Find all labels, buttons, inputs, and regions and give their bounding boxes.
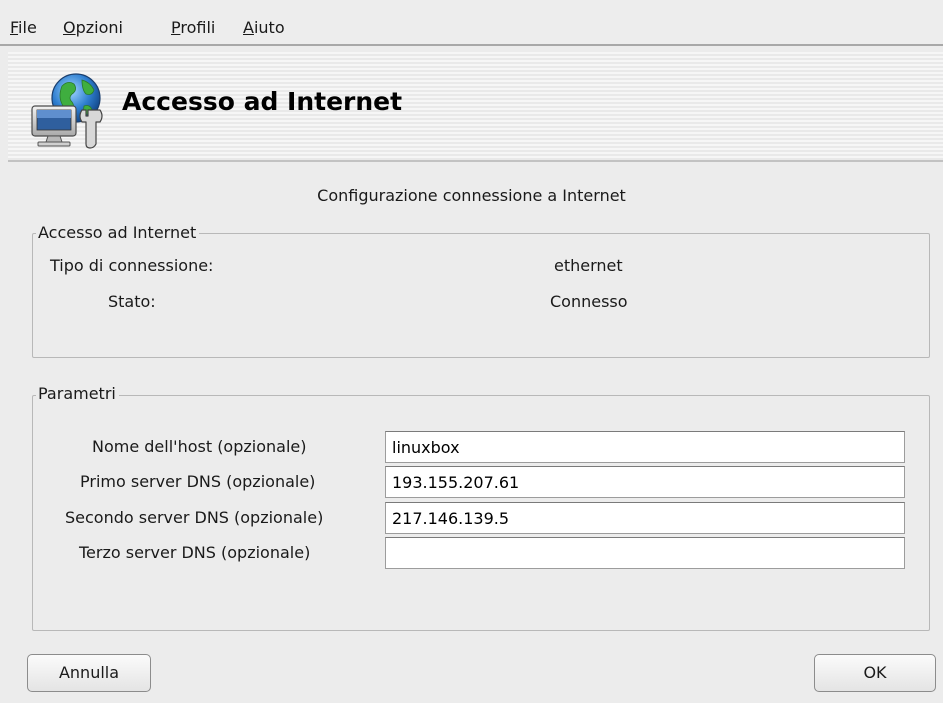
internet-access-group <box>32 233 930 358</box>
ok-button[interactable]: OK <box>814 654 936 692</box>
connection-type-value: ethernet <box>554 256 623 275</box>
hostname-input[interactable] <box>385 431 905 463</box>
page-subtitle: Configurazione connessione a Internet <box>317 186 626 205</box>
tertiary-dns-input[interactable] <box>385 537 905 569</box>
parameters-group-legend: Parametri <box>36 384 119 404</box>
menu-options[interactable]: Opzioni <box>63 18 123 38</box>
status-value: Connesso <box>550 292 628 311</box>
menu-file[interactable]: File <box>10 18 37 38</box>
connection-type-label: Tipo di connessione: <box>50 256 214 275</box>
tertiary-dns-label: Terzo server DNS (opzionale) <box>79 543 311 562</box>
cancel-button[interactable]: Annulla <box>27 654 151 692</box>
secondary-dns-input[interactable] <box>385 502 905 534</box>
primary-dns-label: Primo server DNS (opzionale) <box>80 472 316 491</box>
menu-profiles[interactable]: Profili <box>171 18 215 38</box>
primary-dns-input[interactable] <box>385 466 905 498</box>
secondary-dns-label: Secondo server DNS (opzionale) <box>65 508 324 527</box>
network-globe-wrench-icon <box>28 70 106 150</box>
menu-help[interactable]: Aiuto <box>243 18 285 38</box>
menu-bar: File Opzioni Profili Aiuto <box>0 0 943 46</box>
internet-access-group-legend: Accesso ad Internet <box>36 223 200 243</box>
hostname-label: Nome dell'host (opzionale) <box>92 437 307 456</box>
header-banner: Accesso ad Internet <box>8 52 943 162</box>
status-label: Stato: <box>108 292 156 311</box>
banner-title: Accesso ad Internet <box>122 87 403 116</box>
